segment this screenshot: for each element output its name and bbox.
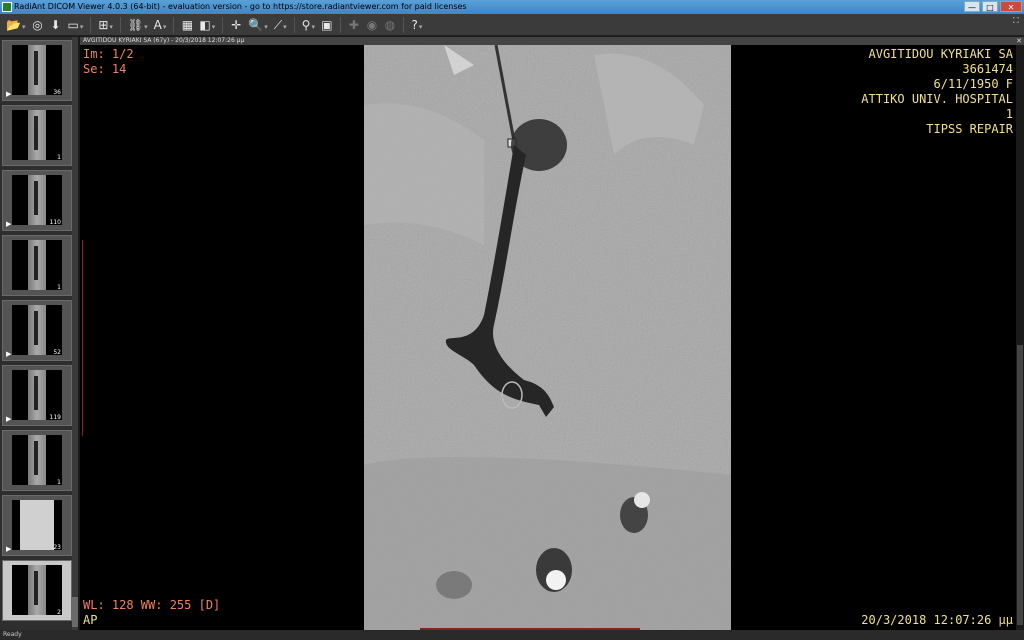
viewer-header-text: AVGITIDOU KYRIAKI SA (67y) - 20/3/2018 1… <box>83 37 245 44</box>
download-icon[interactable]: ⬇ <box>47 16 63 34</box>
play-icon[interactable]: ▶ <box>6 350 11 358</box>
toolbar-separator <box>293 16 295 33</box>
snapshot-icon[interactable]: ▣ <box>319 16 335 34</box>
toolbar-separator <box>339 16 341 33</box>
thumbnail-image-count: 1 <box>57 284 61 291</box>
thumbnail-image-count: 119 <box>49 414 61 421</box>
thumbnail-image <box>12 435 62 485</box>
series-thumbnail[interactable]: ▶ 119 <box>2 365 72 426</box>
patient-name: AVGITIDOU KYRIAKI SA <box>868 47 1014 61</box>
toolbar: 📂◎⬇▭ ⊞ ⛓A ▦◧ ✛🔍⟋ ⚲▣ ✚◉◍? <box>0 14 1024 36</box>
window-title: RadiAnt DICOM Viewer 4.0.3 (64-bit) - ev… <box>14 2 467 11</box>
sidebar-scrollbar[interactable] <box>72 37 78 630</box>
thumbnail-image <box>12 305 62 355</box>
angiography-image[interactable] <box>364 45 731 630</box>
layout-grid-icon[interactable]: ⊞ <box>96 16 115 34</box>
patient-info-overlay: AVGITIDOU KYRIAKI SA 3661474 6/11/1950 F… <box>861 47 1013 137</box>
play-icon[interactable]: ▶ <box>6 220 11 228</box>
thumbnail-image-count: 1 <box>57 154 61 161</box>
cd-icon[interactable]: ◎ <box>29 16 45 34</box>
minimize-button[interactable]: — <box>964 1 980 12</box>
series-thumbnail[interactable]: 1 <box>2 430 72 491</box>
toolbar-separator <box>119 16 121 33</box>
status-text: Ready <box>3 631 22 638</box>
patient-id: 3661474 <box>962 62 1013 76</box>
viewer-close-icon[interactable]: ✕ <box>1016 37 1022 45</box>
image-index-label: Im: 1/2 <box>83 47 134 61</box>
series-thumbnail[interactable]: ▶ 52 <box>2 300 72 361</box>
play-icon[interactable]: ▶ <box>6 90 11 98</box>
series-sync-icon[interactable]: ▦ <box>179 16 195 34</box>
thumbnail-image <box>12 500 62 550</box>
fusion-icon[interactable]: ◍ <box>382 16 398 34</box>
title-bar: RadiAnt DICOM Viewer 4.0.3 (64-bit) - ev… <box>0 0 1024 14</box>
series-thumbnail[interactable]: 1 <box>2 235 72 296</box>
orientation-label: AP <box>83 613 98 627</box>
zoom-icon[interactable]: 🔍 <box>246 16 269 34</box>
thumbnail-image-count: 1 <box>57 479 61 486</box>
thumbnail-image-count: 23 <box>53 544 61 551</box>
thumbnail-image-count: 36 <box>53 89 61 96</box>
thumbnail-image-count: 52 <box>53 349 61 356</box>
thumbnail-image <box>12 370 62 420</box>
close-button[interactable]: ✕ <box>1000 1 1022 12</box>
thumbnail-image <box>12 110 62 160</box>
study-description: TIPSS REPAIR <box>926 122 1013 136</box>
series-thumbnail[interactable]: ▶ 110 <box>2 170 72 231</box>
slice-position-indicator <box>82 240 83 436</box>
thumbnail-image <box>12 175 62 225</box>
status-bar: Ready <box>0 630 1024 640</box>
viewer-header: AVGITIDOU KYRIAKI SA (67y) - 20/3/2018 1… <box>80 37 1024 45</box>
series-thumbnail[interactable]: ▶ 36 <box>2 40 72 101</box>
series-thumbnail[interactable]: ▶ 23 <box>2 495 72 556</box>
series-thumbnail[interactable]: 1 <box>2 105 72 166</box>
thumbnail-image-count: 2 <box>57 609 61 616</box>
help-icon[interactable]: ? <box>409 16 425 34</box>
export-icon[interactable]: ▭ <box>65 16 85 34</box>
toolbar-separator <box>173 16 175 33</box>
open-folder-icon[interactable]: 📂 <box>4 16 27 34</box>
toolbar-separator <box>90 16 92 33</box>
study-number: 1 <box>1005 107 1013 121</box>
series-thumbnail-panel: ▶ 36 1 ▶ 110 1 ▶ 52 ▶ 119 1 ▶ 23 2 <box>0 37 78 630</box>
mpr-icon[interactable]: ✚ <box>346 16 362 34</box>
institution: ATTIKO UNIV. HOSPITAL <box>861 92 1013 106</box>
measure-icon[interactable]: ⟋ <box>272 16 289 34</box>
app-icon <box>2 2 12 12</box>
series-thumbnail[interactable]: 2 <box>2 560 72 621</box>
thumbnail-image <box>12 45 62 95</box>
fullscreen-icon[interactable]: ⛶ <box>1013 16 1019 26</box>
link-icon[interactable]: ⛓ <box>126 16 150 34</box>
crosshair-icon[interactable]: ✛ <box>228 16 244 34</box>
thumbnail-image-count: 110 <box>49 219 61 226</box>
text-annotation-icon[interactable]: A <box>152 16 169 34</box>
viewport-scrollbar[interactable] <box>1016 45 1024 630</box>
window-level-label: WL: 128 WW: 255 [D] <box>83 598 221 612</box>
study-datetime: 20/3/2018 12:07:26 μμ <box>861 613 1013 627</box>
series-label: Se: 14 <box>83 62 127 76</box>
window-level-icon[interactable]: ◧ <box>197 16 217 34</box>
user-icon[interactable]: ⚲ <box>300 16 317 34</box>
thumbnail-image <box>12 240 62 290</box>
thumbnail-image <box>12 565 62 615</box>
toolbar-separator <box>402 16 404 33</box>
play-icon[interactable]: ▶ <box>6 415 11 423</box>
play-icon[interactable]: ▶ <box>6 545 11 553</box>
toolbar-separator <box>222 16 224 33</box>
volume-icon[interactable]: ◉ <box>364 16 380 34</box>
patient-dob-sex: 6/11/1950 F <box>933 77 1013 91</box>
maximize-button[interactable]: □ <box>982 1 998 12</box>
